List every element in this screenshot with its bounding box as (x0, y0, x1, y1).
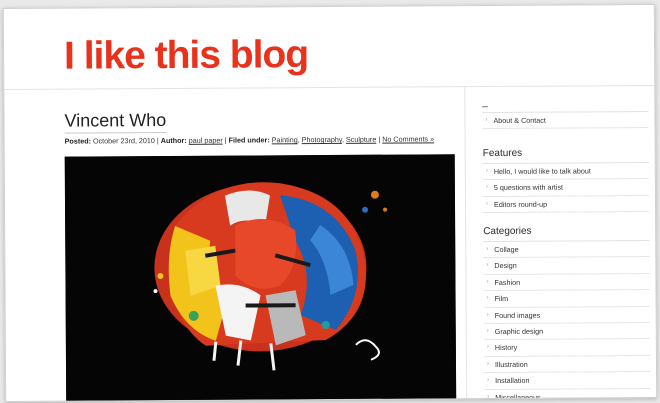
category-link-sculpture[interactable]: Sculpture (346, 135, 376, 144)
arrow-icon: › (486, 246, 489, 253)
sidebar-item-label: About & Contact (493, 115, 546, 125)
sidebar-item-feature[interactable]: › Editors round-up (482, 195, 650, 214)
arrow-icon: › (486, 311, 489, 318)
post-meta: Posted: October 23rd, 2010 | Author: pau… (64, 134, 435, 146)
author-link[interactable]: paul paper (189, 136, 223, 145)
sidebar-divider (464, 86, 468, 399)
sidebar-features-heading: Features (483, 148, 649, 165)
sidebar-categories-heading: Categories (483, 226, 650, 243)
author-label: Author: (160, 135, 187, 146)
sidebar-item-label: Editors round-up (493, 199, 548, 209)
sidebar-item-label: Hello, I would like to talk about (493, 166, 591, 176)
sidebar-item-label: History (494, 343, 518, 353)
sidebar-item-category[interactable]: › Miscellaneous (484, 388, 651, 402)
sidebar-item-category[interactable]: › Collage (483, 241, 650, 259)
filed-label: Filed under: (228, 135, 270, 145)
header-divider (4, 85, 655, 90)
sidebar-item-label: Illustration (494, 359, 528, 369)
arrow-icon: › (485, 200, 489, 207)
comments-link[interactable]: No Comments » (382, 134, 434, 143)
arrow-icon: › (486, 278, 489, 285)
site-title[interactable]: I like this blog (64, 33, 308, 77)
sidebar-pages-heading: _ (482, 97, 649, 114)
sidebar-item-feature[interactable]: › Hello, I would like to talk about (482, 163, 649, 181)
sidebar-item-label: Miscellaneous (495, 392, 541, 402)
page-frame: I like this blog Vincent Who Posted: Oct… (2, 4, 658, 402)
arrow-icon: › (486, 262, 489, 269)
sidebar-item-category[interactable]: › Design (483, 257, 650, 275)
arrow-icon: › (485, 184, 488, 191)
sidebar-item-category[interactable]: › Installation (484, 372, 651, 390)
sidebar-item-category[interactable]: › Graphic design (483, 323, 650, 341)
arrow-icon: › (486, 295, 489, 302)
posted-label: Posted: (64, 136, 92, 146)
arrow-icon: › (486, 327, 489, 334)
arrow-icon: › (487, 377, 490, 384)
category-link-photography[interactable]: Photography (302, 135, 342, 144)
paint-splash-head-icon (64, 154, 457, 402)
arrow-icon: › (487, 393, 490, 400)
sidebar-item-label: Collage (494, 244, 519, 254)
sidebar-categories: Categories › Collage › Design › Fashion › Fi… (483, 226, 651, 402)
arrow-icon: › (486, 344, 489, 351)
sidebar-item-label: Installation (495, 375, 530, 386)
category-link-painting[interactable]: Painting (272, 135, 298, 144)
post-date: October 23rd, 2010 (92, 136, 155, 146)
sidebar-item-about-contact[interactable]: › About & Contact (482, 112, 649, 130)
post-image[interactable] (64, 154, 457, 402)
arrow-icon: › (485, 117, 488, 124)
sidebar-pages: _ › About & Contact (482, 97, 649, 130)
sidebar-item-category[interactable]: › Film (483, 290, 650, 308)
sidebar-item-label: Found images (494, 310, 541, 320)
post-title[interactable]: Vincent Who (64, 110, 167, 134)
sidebar-item-category[interactable]: › Illustration (483, 355, 651, 374)
arrow-icon: › (486, 360, 490, 367)
sidebar-features: Features › Hello, I would like to talk ab… (482, 148, 650, 214)
sidebar-item-label: Graphic design (494, 326, 544, 336)
arrow-icon: › (485, 168, 488, 175)
sidebar-item-label: 5 questions with artist (493, 182, 564, 193)
sidebar-item-category[interactable]: › History (483, 339, 650, 357)
sidebar-item-label: Fashion (494, 277, 521, 287)
sidebar-item-label: Design (494, 261, 517, 271)
sidebar-item-category[interactable]: › Fashion (483, 273, 650, 292)
sidebar-item-feature[interactable]: › 5 questions with artist (482, 179, 649, 197)
sidebar-item-category[interactable]: › Found images (483, 306, 650, 325)
sidebar-item-label: Film (494, 294, 509, 304)
